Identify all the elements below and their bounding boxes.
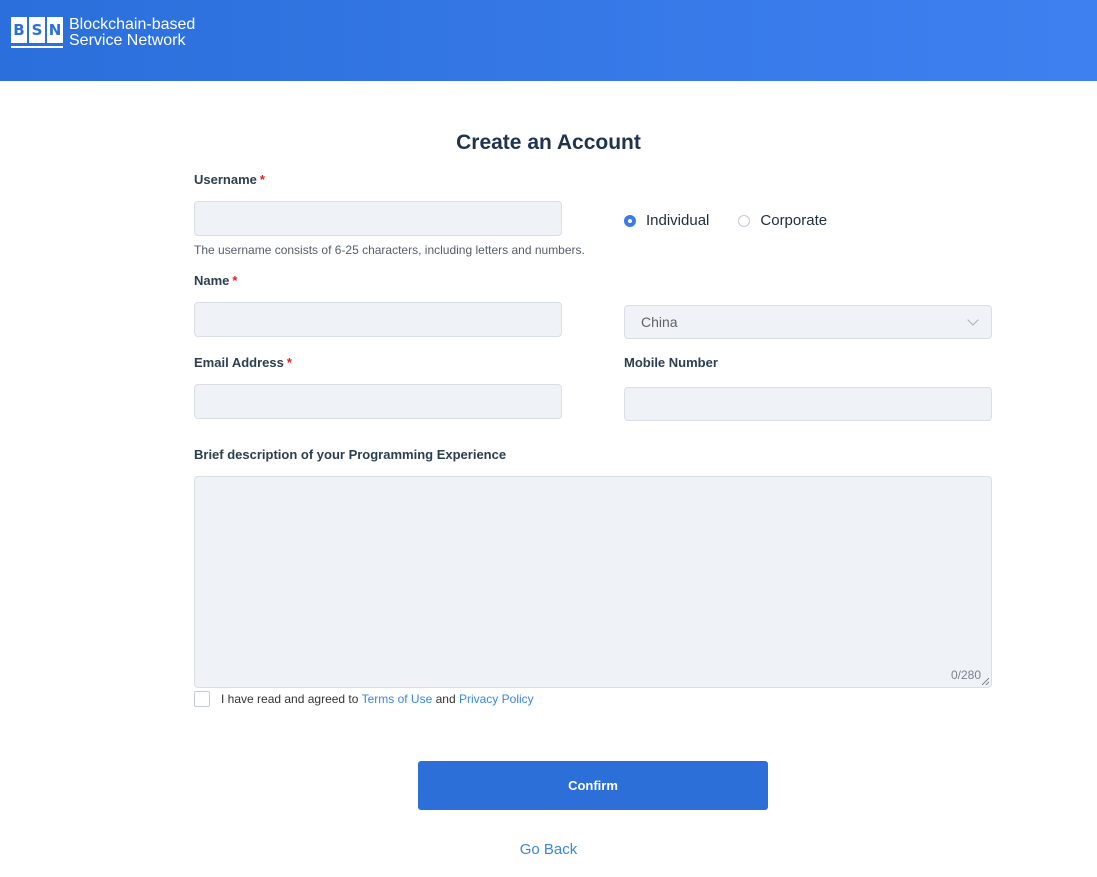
radio-unchecked-icon [738,214,751,227]
required-mark: * [259,172,265,187]
agreement-text: I have read and agreed to Terms of Use a… [221,692,534,706]
email-input[interactable] [194,384,562,419]
name-label-text: Name [194,273,230,288]
go-back-link: Go Back [0,841,1097,858]
experience-label: Brief description of your Programming Ex… [194,447,507,462]
radio-corporate[interactable]: Corporate [738,212,827,229]
agreement-checkbox[interactable] [194,691,210,707]
chevron-down-icon [967,314,979,326]
name-input[interactable] [194,302,562,337]
agreement-conjunction: and [435,692,456,706]
email-label-text: Email Address [194,355,284,370]
top-header: B S N Blockchain-based Service Network [0,0,1097,81]
logo-letter-n: N [47,17,63,43]
logo-underline [11,46,63,48]
radio-corporate-label: Corporate [760,212,828,229]
logo-mark: B S N [11,17,63,48]
account-type-radio-group: Individual Corporate [624,212,856,229]
country-select[interactable]: China [624,305,992,339]
resize-handle-icon[interactable] [982,678,989,685]
go-back-link-text[interactable]: Go Back [520,841,578,858]
brand-name: Blockchain-based Service Network [69,17,195,49]
required-mark: * [232,273,238,288]
logo-letter-b: B [11,17,27,43]
confirm-button[interactable]: Confirm [418,761,768,810]
mobile-label: Mobile Number [624,355,718,370]
mobile-input[interactable] [624,387,992,421]
username-input[interactable] [194,201,562,236]
required-mark: * [286,355,292,370]
username-label: Username * [194,172,265,187]
username-hint: The username consists of 6-25 characters… [194,243,585,257]
radio-individual[interactable]: Individual [624,212,709,229]
page-title: Create an Account [456,131,641,154]
username-label-text: Username [194,172,257,187]
radio-individual-label: Individual [646,212,710,229]
brand-line-1: Blockchain-based [69,16,196,33]
radio-checked-icon [624,214,636,227]
name-label: Name * [194,273,237,288]
email-label: Email Address * [194,355,292,370]
logo-letter-s: S [29,17,45,43]
brand-line-2: Service Network [69,32,186,49]
agreement-prefix: I have read and agreed to [221,692,359,706]
terms-of-use-link[interactable]: Terms of Use [362,692,433,706]
bsn-logo[interactable]: B S N Blockchain-based Service Network [11,17,195,49]
experience-textarea[interactable]: 0/280 [194,476,992,688]
country-select-value: China [641,314,678,330]
character-counter: 0/280 [950,668,981,682]
privacy-policy-link[interactable]: Privacy Policy [459,692,534,706]
agreement-row: I have read and agreed to Terms of Use a… [194,691,534,707]
